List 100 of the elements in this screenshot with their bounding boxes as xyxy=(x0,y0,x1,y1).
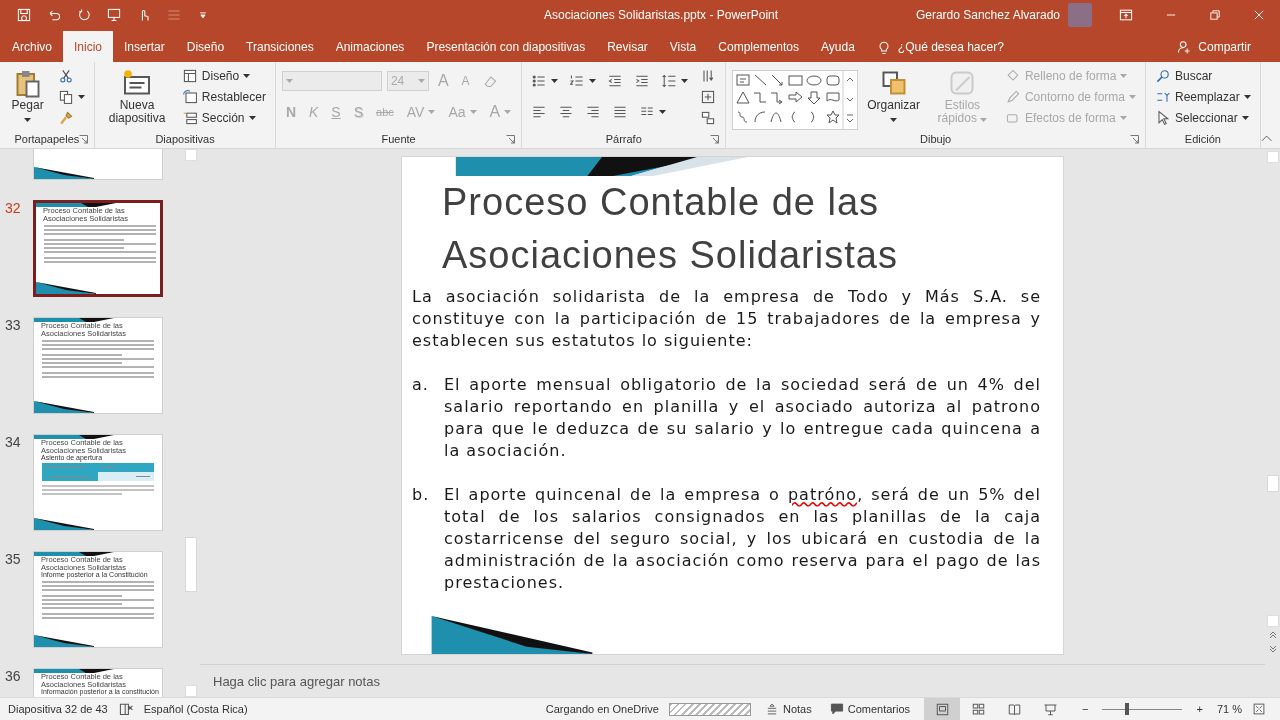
list-marker: b. xyxy=(412,484,431,506)
ribbon-button[interactable]: Nueva diapositiva xyxy=(101,66,173,130)
ribbon-button[interactable]: Seleccionar xyxy=(1152,108,1254,128)
list-marker: a. xyxy=(412,374,430,396)
ribbon-tab[interactable]: Diseño xyxy=(175,31,236,62)
notes-button[interactable]: Notas xyxy=(760,698,816,720)
caret-icon xyxy=(890,118,898,122)
scrollbar-thumb[interactable] xyxy=(1266,475,1279,492)
caret-icon xyxy=(78,95,86,99)
comment-icon xyxy=(829,702,844,716)
cursor-icon xyxy=(1155,110,1171,126)
caret-icon xyxy=(1243,95,1251,99)
ribbon-tab[interactable]: Animaciones xyxy=(324,31,416,62)
comments-button[interactable]: Comentarios xyxy=(825,698,915,720)
body-paragraph: La asociación solidarista de la empresa de Todo y Más S.A. se constituye con la participación de 15 trabajadores de la empresa y establecen sus estatutos lo siguiente: xyxy=(412,286,1041,352)
slide-number: 34 xyxy=(5,434,21,450)
caret-icon xyxy=(417,79,425,83)
caret-icon xyxy=(1241,116,1249,120)
zoom-level[interactable]: 71 % xyxy=(1216,703,1242,715)
ribbon-button[interactable]: Sección xyxy=(178,108,269,128)
ribbon-button[interactable]: Restablecer xyxy=(178,87,269,107)
tell-me-field[interactable]: ¿Qué desea hacer? xyxy=(897,39,1004,54)
ribbon-tab[interactable]: Presentación con diapositivas xyxy=(415,31,597,62)
ribbon-button[interactable]: Organizar xyxy=(864,66,923,127)
ribbon-tab[interactable]: Ayuda xyxy=(810,31,866,62)
dialog-launcher-icon[interactable] xyxy=(506,134,516,144)
dialog-launcher-icon[interactable] xyxy=(1130,134,1139,144)
collapse-ribbon-icon[interactable] xyxy=(1260,134,1272,142)
group-label: Fuente xyxy=(381,133,416,145)
group-label: Portapapeles xyxy=(14,133,80,145)
shapes-gallery-drawing[interactable] xyxy=(732,70,859,130)
bullet-list-icon xyxy=(531,73,548,89)
slide-number: 33 xyxy=(5,317,21,333)
caret-icon xyxy=(1129,95,1136,99)
save-icon xyxy=(16,7,32,23)
caret-icon xyxy=(24,118,32,122)
upload-status: Cargando en OneDrive xyxy=(545,703,659,715)
group-label: Párrafo xyxy=(605,133,642,145)
presentation-icon xyxy=(106,7,122,23)
group-label: Diapositivas xyxy=(155,133,215,145)
slide-footer-drawing xyxy=(36,282,96,294)
ribbon-tab[interactable]: Revisar xyxy=(596,31,659,62)
align-center-icon xyxy=(558,104,575,120)
scrollbar-thumb[interactable] xyxy=(184,537,197,592)
caret-icon xyxy=(1120,74,1128,78)
body-paragraph: El aporte quincenal de la empresa o patróno, será de un 5% del total de los salarios consignados en las planillas de la caja costarricense del seguro social, y los ubicará en custodia de la administración de la asociación como reserva para el pago de las prestaciones. xyxy=(444,484,1041,594)
increase-indent-icon xyxy=(634,73,651,89)
user-name: Gerardo Sanchez Alvarado xyxy=(915,8,1060,22)
zoom-in-button[interactable]: + xyxy=(1192,698,1207,720)
reading-view-icon xyxy=(1006,701,1022,717)
body-paragraph: El aporte mensual obligatorio de la sociedad será de un 4% del salario reportando en planilla y el asociado autoriza al patrono para que le deduzca de su salario y lo entregue cada quincena a la asociación. xyxy=(444,374,1041,462)
ribbon-tab[interactable]: Archivo xyxy=(1,31,63,62)
align-right-icon xyxy=(585,104,602,120)
slideshow-icon xyxy=(1042,701,1058,717)
ribbon-button[interactable]: Pegar xyxy=(6,66,50,127)
normal-view-icon xyxy=(934,701,950,717)
slide-sorter-icon xyxy=(970,701,986,717)
caret-icon xyxy=(469,110,477,114)
language-label[interactable]: Español (Costa Rica) xyxy=(143,703,248,715)
caret-icon xyxy=(504,110,512,114)
restore-icon xyxy=(1208,8,1222,22)
caret-icon xyxy=(248,116,256,120)
window-title: Asociaciones Solidaristas.pptx - PowerPoint xyxy=(543,8,780,22)
scissors-icon xyxy=(58,68,75,84)
zoom-out-button[interactable]: − xyxy=(1078,698,1093,720)
ribbon-button[interactable]: Reemplazar xyxy=(1152,87,1254,107)
dialog-launcher-icon[interactable] xyxy=(710,134,720,144)
line-spacing-icon xyxy=(661,73,678,89)
caret-icon xyxy=(980,118,988,122)
ribbon-button[interactable]: Buscar xyxy=(1152,66,1254,86)
group-label: Edición xyxy=(1184,133,1221,145)
justify-icon xyxy=(612,104,629,120)
slide-number: 32 xyxy=(5,200,21,216)
ribbon-tab[interactable]: Vista xyxy=(658,31,708,62)
ribbon-tab[interactable]: Inicio xyxy=(63,31,114,62)
view-button[interactable] xyxy=(924,698,961,720)
zoom-slider-thumb[interactable] xyxy=(1124,703,1129,715)
close-icon xyxy=(1252,8,1266,22)
slide-number: 35 xyxy=(5,551,21,567)
copy-icon xyxy=(58,89,75,105)
caret-icon xyxy=(681,79,689,83)
ribbon-button[interactable]: Diseño xyxy=(178,66,269,86)
share-button[interactable]: Compartir xyxy=(1165,31,1262,62)
caret-icon xyxy=(428,110,436,114)
caret-icon xyxy=(243,74,251,78)
slide-footer-drawing xyxy=(34,167,94,179)
slide-footer-drawing xyxy=(34,401,94,413)
dialog-launcher-icon[interactable] xyxy=(79,134,89,144)
group-label: Dibujo xyxy=(920,133,952,145)
fit-to-window-icon xyxy=(1252,702,1266,716)
list-icon xyxy=(166,7,182,23)
reset-icon xyxy=(181,89,198,105)
ribbon-tab[interactable]: Complementos xyxy=(707,31,810,62)
slide-footer-drawing xyxy=(34,518,94,530)
pencil-icon xyxy=(1004,89,1021,105)
slide-title: Proceso Contable de las Asociaciones Solidaristas xyxy=(441,180,899,278)
search-icon xyxy=(1155,68,1171,84)
ribbon-tab[interactable]: Insertar xyxy=(113,31,176,62)
ribbon-tab[interactable]: Transiciones xyxy=(235,31,325,62)
paintbrush-icon xyxy=(58,110,75,126)
